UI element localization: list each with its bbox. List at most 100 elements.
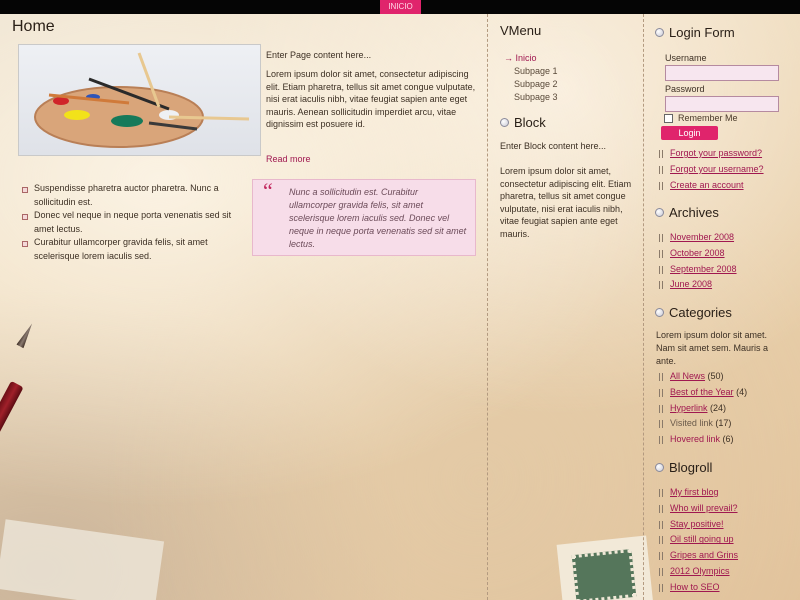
column-divider xyxy=(643,14,644,600)
archives-title: Archives xyxy=(655,205,719,220)
blogroll-link[interactable]: Gripes and Grins xyxy=(670,550,738,560)
archives-list: November 2008 October 2008 September 200… xyxy=(659,230,737,293)
fountain-pen-decoration xyxy=(0,380,24,450)
bullet-dot-icon xyxy=(655,308,664,317)
archive-link[interactable]: September 2008 xyxy=(670,264,737,274)
username-input[interactable] xyxy=(665,65,779,81)
blogroll-title-label: Blogroll xyxy=(669,460,713,475)
login-form-title: Login Form xyxy=(655,25,735,40)
login-button[interactable]: Login xyxy=(661,126,718,140)
block-title: Block xyxy=(500,115,546,130)
blogroll-link[interactable]: 2012 Olympics xyxy=(670,566,730,576)
categories-title-label: Categories xyxy=(669,305,732,320)
category-count: (17) xyxy=(715,418,732,429)
vmenu-title: VMenu xyxy=(500,23,542,38)
list-item: Curabitur ullamcorper gravida felis, sit… xyxy=(22,236,237,263)
category-count: (6) xyxy=(722,434,734,445)
bullet-dot-icon xyxy=(655,208,664,217)
category-link[interactable]: Hovered link xyxy=(670,434,720,444)
categories-list: All News (50) Best of the Year (4) Hyper… xyxy=(659,369,747,448)
password-label: Password xyxy=(665,84,705,94)
category-link[interactable]: All News xyxy=(670,371,705,381)
archive-link[interactable]: October 2008 xyxy=(670,248,725,258)
list-item: Donec vel neque in neque porta venenatis… xyxy=(22,209,237,236)
archive-link[interactable]: June 2008 xyxy=(670,279,712,289)
vertical-menu: → Inicio Subpage 1 Subpage 2 Subpage 3 xyxy=(504,52,558,104)
list-item: Oil still going up xyxy=(659,532,738,548)
paint-palette-image xyxy=(18,44,261,156)
list-item: My first blog xyxy=(659,485,738,501)
bullet-dot-icon xyxy=(655,463,664,472)
background-paper xyxy=(0,519,165,600)
list-item: Gripes and Grins xyxy=(659,548,738,564)
password-input[interactable] xyxy=(665,96,779,112)
categories-title: Categories xyxy=(655,305,732,320)
page-intro: Enter Page content here... xyxy=(266,50,372,60)
category-link[interactable]: Visited link xyxy=(670,418,713,428)
list-item: September 2008 xyxy=(659,262,737,278)
blogroll-link[interactable]: Stay positive! xyxy=(670,519,724,529)
vmenu-item-subpage-3[interactable]: Subpage 3 xyxy=(504,91,558,104)
read-more-link[interactable]: Read more xyxy=(266,154,311,164)
list-item: June 2008 xyxy=(659,277,737,293)
category-count: (24) xyxy=(710,402,727,413)
list-item: Forgot your password? xyxy=(659,146,764,162)
bullet-list: Suspendisse pharetra auctor pharetra. Nu… xyxy=(22,182,237,263)
list-item: Best of the Year (4) xyxy=(659,385,747,401)
list-item: November 2008 xyxy=(659,230,737,246)
vmenu-item-inicio[interactable]: → Inicio xyxy=(504,52,558,65)
vmenu-item-subpage-2[interactable]: Subpage 2 xyxy=(504,78,558,91)
vmenu-item-label: Inicio xyxy=(515,53,537,63)
list-item: Hovered link (6) xyxy=(659,432,747,448)
page-title: Home xyxy=(12,18,55,35)
create-account-link[interactable]: Create an account xyxy=(670,180,744,190)
login-links: Forgot your password? Forgot your userna… xyxy=(659,146,764,193)
login-title-label: Login Form xyxy=(669,25,735,40)
archive-link[interactable]: November 2008 xyxy=(670,232,734,242)
block-title-label: Block xyxy=(514,115,546,130)
list-item: All News (50) xyxy=(659,369,747,385)
remember-me-row: Remember Me xyxy=(664,113,738,123)
list-item: October 2008 xyxy=(659,246,737,262)
vmenu-item-subpage-1[interactable]: Subpage 1 xyxy=(504,65,558,78)
bullet-dot-icon xyxy=(500,118,509,127)
list-item: Forgot your username? xyxy=(659,162,764,178)
list-item: Who will prevail? xyxy=(659,501,738,517)
list-item: Create an account xyxy=(659,178,764,194)
blockquote: “ Nunc a sollicitudin est. Curabitur ull… xyxy=(252,179,476,256)
list-item: 2012 Olympics xyxy=(659,564,738,580)
forgot-password-link[interactable]: Forgot your password? xyxy=(670,148,762,158)
blogroll-title: Blogroll xyxy=(655,460,712,475)
list-item: Suspendisse pharetra auctor pharetra. Nu… xyxy=(22,182,237,209)
archives-title-label: Archives xyxy=(669,205,719,220)
nav-item-inicio[interactable]: INICIO xyxy=(380,0,421,14)
bullet-dot-icon xyxy=(655,28,664,37)
category-count: (50) xyxy=(707,371,724,381)
list-item: How to SEO xyxy=(659,580,738,596)
blogroll-link[interactable]: Who will prevail? xyxy=(670,503,738,513)
blogroll-link[interactable]: My first blog xyxy=(670,487,719,497)
category-count: (4) xyxy=(736,386,748,397)
page-paragraph: Lorem ipsum dolor sit amet, consectetur … xyxy=(266,69,476,129)
postage-stamp-decoration xyxy=(571,548,637,600)
block-intro: Enter Block content here... xyxy=(500,141,607,151)
arrow-right-icon: → xyxy=(504,53,516,63)
remember-me-checkbox[interactable] xyxy=(664,113,673,123)
username-label: Username xyxy=(665,53,707,63)
blogroll-link[interactable]: Oil still going up xyxy=(670,534,734,544)
category-link[interactable]: Hyperlink xyxy=(670,403,708,413)
blogroll-link[interactable]: How to SEO xyxy=(670,582,720,592)
blogroll-list: My first blog Who will prevail? Stay pos… xyxy=(659,485,738,596)
categories-description: Lorem ipsum dolor sit amet. Nam sit amet… xyxy=(656,330,769,366)
list-item: Hyperlink (24) xyxy=(659,401,747,417)
column-divider xyxy=(487,14,488,600)
list-item: Stay positive! xyxy=(659,517,738,533)
quote-mark-icon: “ xyxy=(263,178,273,203)
block-text: Lorem ipsum dolor sit amet, consectetur … xyxy=(500,166,632,239)
pen-nib-decoration xyxy=(16,322,35,349)
category-link[interactable]: Best of the Year xyxy=(670,387,734,397)
list-item: Visited link (17) xyxy=(659,416,747,432)
quote-text: Nunc a sollicitudin est. Curabitur ullam… xyxy=(289,187,467,249)
forgot-username-link[interactable]: Forgot your username? xyxy=(670,164,764,174)
remember-me-label: Remember Me xyxy=(678,113,738,123)
